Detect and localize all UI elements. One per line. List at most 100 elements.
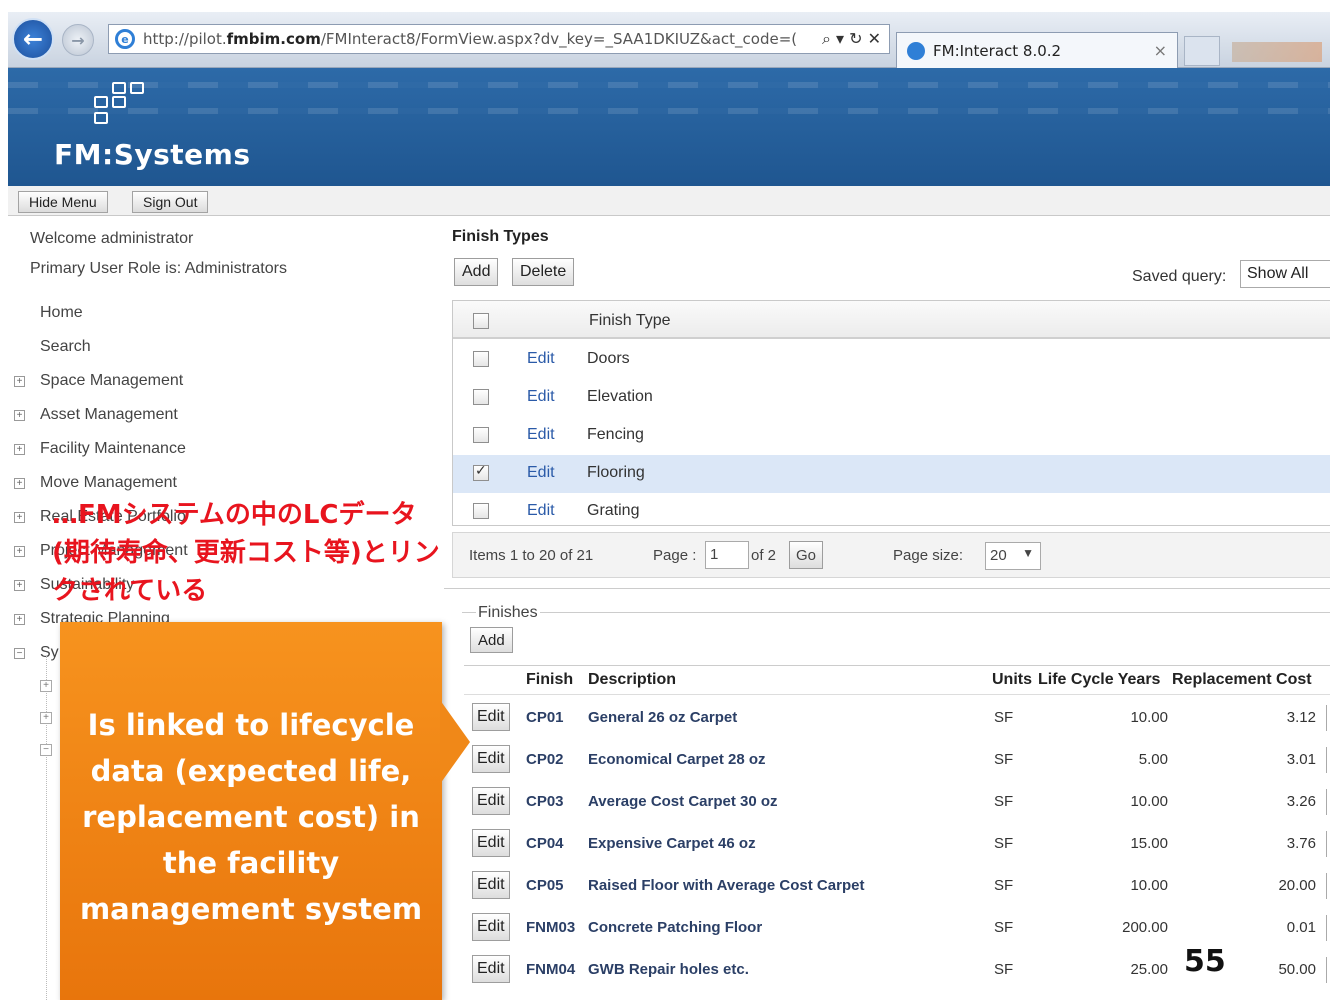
finish-replacement-cost: 0.01 <box>1286 919 1316 936</box>
page-of: of 2 <box>751 547 777 564</box>
tree-line <box>46 656 47 1000</box>
address-url[interactable]: http://pilot.fmbim.com/FMInteract8/FormV… <box>143 30 814 48</box>
header-stripe <box>8 82 1330 88</box>
page-number-input[interactable]: 1 <box>705 541 749 569</box>
expand-icon[interactable]: + <box>14 478 25 489</box>
forward-arrow-icon[interactable]: → <box>62 24 94 56</box>
expand-icon[interactable]: + <box>14 546 25 557</box>
col-description: Description <box>588 671 677 688</box>
finish-types-grid: Finish Type Edit Doors Edit Elevation Edit Fe… <box>452 300 1330 526</box>
finish-description: GWB Repair holes etc. <box>588 961 749 978</box>
edit-link[interactable]: Edit <box>527 464 555 482</box>
nav-item-space-management[interactable]: Space Management <box>40 372 183 390</box>
pager: Items 1 to 20 of 21 Page : 1 of 2 Go Pag… <box>452 532 1330 578</box>
nav-item-move-management[interactable]: Move Management <box>40 474 177 492</box>
nav-item-asset-management[interactable]: Asset Management <box>40 406 178 424</box>
finish-type-row[interactable]: Edit Elevation <box>453 379 1330 417</box>
edit-finish-button[interactable]: Edit <box>472 745 510 773</box>
row-checkbox[interactable] <box>473 427 489 443</box>
finish-life-cycle-years: 15.00 <box>1130 835 1168 852</box>
finish-life-cycle-years: 10.00 <box>1130 709 1168 726</box>
cell-edge <box>1326 831 1330 857</box>
expand-icon[interactable]: + <box>14 580 25 591</box>
finish-row: Edit CP02 Economical Carpet 28 oz SF 5.00 3.0… <box>464 739 1330 781</box>
edit-link[interactable]: Edit <box>527 350 555 368</box>
finish-units: SF <box>994 709 1014 726</box>
edit-finish-button[interactable]: Edit <box>472 829 510 857</box>
finish-code: CP01 <box>526 709 564 726</box>
back-arrow-icon[interactable]: ← <box>12 18 54 60</box>
finish-type-row[interactable]: Edit Grating <box>453 493 1330 531</box>
add-finish-button[interactable]: Add <box>470 627 513 653</box>
user-role-text: Primary User Role is: Administrators <box>30 260 287 277</box>
hide-menu-button[interactable]: Hide Menu <box>18 191 108 213</box>
sign-out-button[interactable]: Sign Out <box>132 191 209 213</box>
finish-type-name: Grating <box>587 502 640 519</box>
collapse-icon[interactable]: − <box>14 648 25 659</box>
tab-title: FM:Interact 8.0.2 <box>933 41 1062 60</box>
expand-icon[interactable]: + <box>14 614 25 625</box>
edit-link[interactable]: Edit <box>527 502 555 520</box>
edit-finish-button[interactable]: Edit <box>472 871 510 899</box>
expand-icon[interactable]: + <box>40 712 52 724</box>
col-replacement-cost: Replacement Cost <box>1172 671 1312 688</box>
url-prefix: http://pilot. <box>143 30 227 48</box>
nav-item-facility-maintenance[interactable]: Facility Maintenance <box>40 440 186 458</box>
row-checkbox[interactable] <box>473 389 489 405</box>
finish-code: FNM04 <box>526 961 576 978</box>
row-checkbox[interactable] <box>473 463 489 481</box>
finish-row: Edit CP03 Average Cost Carpet 30 oz SF 10.00… <box>464 781 1330 823</box>
new-tab-button[interactable] <box>1184 36 1220 66</box>
finish-replacement-cost: 3.76 <box>1286 835 1316 852</box>
finishes-panel: Finishes Add Finish Description Units Li… <box>462 604 1330 1000</box>
browser-tab[interactable]: FM:Interact 8.0.2 × <box>896 32 1178 68</box>
finish-replacement-cost: 3.26 <box>1286 793 1316 810</box>
cell-edge <box>1326 789 1330 815</box>
cell-edge <box>1326 747 1330 773</box>
saved-query-select[interactable]: Show All <box>1240 260 1330 288</box>
edit-finish-button[interactable]: Edit <box>472 703 510 731</box>
finish-type-row[interactable]: Edit Flooring <box>453 455 1330 493</box>
expand-icon[interactable]: + <box>14 410 25 421</box>
tab-close-icon[interactable]: × <box>1154 41 1167 60</box>
edit-link[interactable]: Edit <box>527 426 555 444</box>
go-button[interactable]: Go <box>789 541 824 569</box>
cell-edge <box>1326 957 1330 983</box>
finish-units: SF <box>994 961 1014 978</box>
expand-icon[interactable]: + <box>40 680 52 692</box>
edit-finish-button[interactable]: Edit <box>472 913 510 941</box>
items-count: Items 1 to 20 of 21 <box>469 547 594 564</box>
cell-edge <box>1326 873 1330 899</box>
finish-description: Expensive Carpet 46 oz <box>588 835 756 852</box>
page-size-select[interactable]: 20 ▼ <box>985 542 1041 570</box>
expand-icon[interactable]: + <box>14 444 25 455</box>
address-controls[interactable]: ⌕ ▾ ↻ ✕ <box>814 29 889 49</box>
select-all-checkbox[interactable] <box>473 313 489 329</box>
cell-edge <box>1326 915 1330 941</box>
row-checkbox[interactable] <box>473 503 489 519</box>
address-bar[interactable]: e http://pilot.fmbim.com/FMInteract8/For… <box>108 24 890 54</box>
finish-life-cycle-years: 200.00 <box>1122 919 1168 936</box>
finish-description: General 26 oz Carpet <box>588 709 738 726</box>
finish-type-row[interactable]: Edit Fencing <box>453 417 1330 455</box>
browser-chrome: ← → e http://pilot.fmbim.com/FMInteract8… <box>8 12 1330 68</box>
nav-item-system[interactable]: Sy <box>40 644 59 662</box>
collapse-icon[interactable]: − <box>40 744 52 756</box>
finish-type-row[interactable]: Edit Doors <box>453 341 1330 379</box>
delete-finish-type-button[interactable]: Delete <box>512 258 575 286</box>
col-life-cycle-years: Life Cycle Years <box>1038 671 1161 688</box>
edit-link[interactable]: Edit <box>527 388 555 406</box>
edit-finish-button[interactable]: Edit <box>472 787 510 815</box>
finish-type-column-header: Finish Type <box>589 312 671 329</box>
nav-item-home[interactable]: Home <box>40 304 83 322</box>
expand-icon[interactable]: + <box>14 512 25 523</box>
add-finish-type-button[interactable]: Add <box>454 258 499 286</box>
nav-item-search[interactable]: Search <box>40 338 91 356</box>
finish-life-cycle-years: 5.00 <box>1138 751 1168 768</box>
edit-finish-button[interactable]: Edit <box>472 955 510 983</box>
panel-splitter[interactable] <box>444 588 1330 592</box>
expand-icon[interactable]: + <box>14 376 25 387</box>
row-checkbox[interactable] <box>473 351 489 367</box>
slide-number: 55 <box>1184 944 1226 979</box>
callout-text: Is linked to lifecycle data (expected li… <box>79 708 423 926</box>
